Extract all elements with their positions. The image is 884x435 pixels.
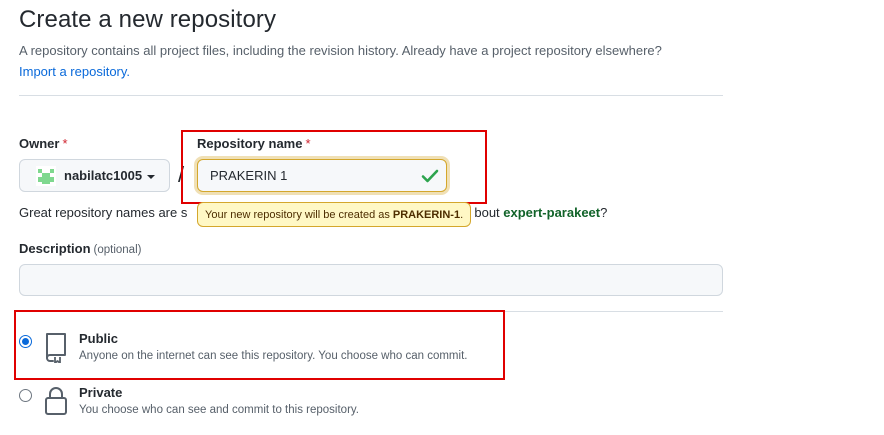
repository-name-input[interactable] [197, 159, 447, 192]
suggested-name-link[interactable]: expert-parakeet [503, 205, 600, 220]
public-radio[interactable] [19, 335, 32, 348]
repo-icon [46, 333, 66, 363]
chevron-down-icon [147, 174, 156, 179]
required-mark: * [62, 136, 68, 151]
lock-icon [45, 387, 67, 415]
import-repository-link[interactable]: Import a repository. [19, 64, 130, 79]
public-option-title: Public [79, 331, 119, 346]
check-icon [421, 169, 439, 183]
public-option-description: Anyone on the internet can see this repo… [79, 350, 468, 362]
repository-name-tooltip: Your new repository will be created as PR… [197, 202, 472, 227]
page-title: Create a new repository [19, 6, 277, 33]
description-label: Description (optional) [19, 241, 142, 256]
owner-repo-separator: / [178, 162, 185, 187]
required-mark: * [305, 136, 311, 151]
divider [19, 95, 723, 96]
owner-label: Owner * [19, 136, 68, 151]
owner-name: nabilatc1005 [64, 168, 143, 183]
repository-name-label: Repository name * [197, 136, 311, 151]
owner-avatar-icon [36, 165, 56, 186]
page-subtitle: A repository contains all project files,… [19, 40, 739, 82]
divider [19, 311, 723, 312]
tooltip-repo-name: PRAKERIN-1 [392, 208, 461, 221]
owner-dropdown[interactable]: nabilatc1005 [19, 159, 170, 192]
private-radio[interactable] [19, 389, 32, 402]
description-input[interactable] [19, 264, 723, 296]
private-option-title: Private [79, 385, 123, 400]
optional-note: (optional) [93, 244, 142, 256]
subtitle-text: A repository contains all project files,… [19, 43, 662, 58]
private-option-description: You choose who can see and commit to thi… [79, 404, 359, 416]
